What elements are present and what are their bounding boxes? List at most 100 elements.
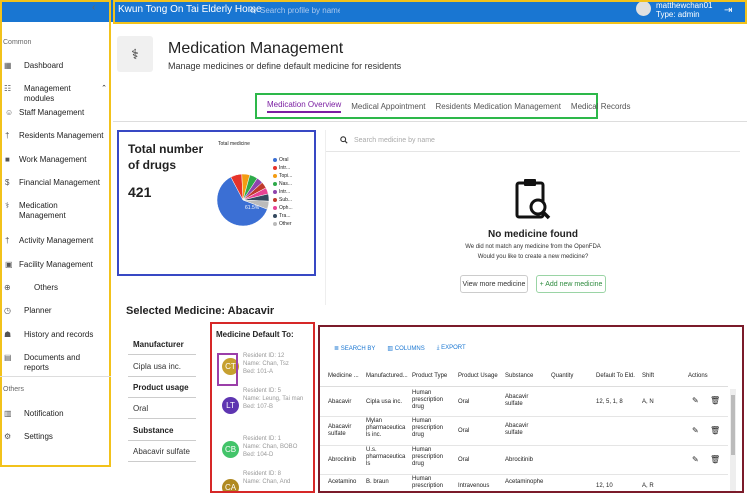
field-divider bbox=[128, 376, 196, 377]
legend-item[interactable]: Topi... bbox=[273, 172, 293, 180]
legend-item[interactable]: Other bbox=[273, 220, 293, 228]
legend-item[interactable]: Oral bbox=[273, 156, 293, 164]
edit-icon[interactable]: ✎ bbox=[692, 397, 699, 405]
col-header[interactable]: Medicine ... bbox=[328, 373, 359, 380]
sidebar-item-documents-reports[interactable]: ▤ Documents and reports bbox=[3, 353, 107, 373]
collapse-sidebar-icon[interactable]: ‹ bbox=[92, 2, 95, 13]
product-usage-label: Product usage bbox=[133, 383, 189, 392]
legend-item[interactable]: Nas... bbox=[273, 180, 293, 188]
medicine-table-panel: ≣ SEARCH BY ▥ COLUMNS ⤓ EXPORT Medicine … bbox=[318, 325, 744, 493]
medicine-pie-chart: 61.5% bbox=[216, 173, 270, 227]
substance-value: Abacavir sulfate bbox=[133, 447, 190, 456]
legend-swatch bbox=[273, 190, 277, 194]
col-header[interactable]: Actions bbox=[688, 373, 708, 380]
substance-label: Substance bbox=[133, 426, 174, 435]
view-more-medicine-button[interactable]: View more medicine bbox=[460, 275, 528, 293]
clock-icon: ◷ bbox=[4, 306, 11, 315]
legend-item[interactable]: Oph... bbox=[273, 204, 293, 212]
manufacturer-label: Manufacturer bbox=[133, 340, 184, 349]
edit-icon[interactable]: ✎ bbox=[692, 456, 699, 464]
medication-logo-icon: ⚕ bbox=[117, 36, 153, 72]
sidebar-section-others: Others bbox=[3, 386, 25, 393]
legend-item[interactable]: Intr... bbox=[273, 188, 293, 196]
sidebar-item-notification[interactable]: ▥ Notification bbox=[3, 409, 107, 419]
sidebar-item-medication-management[interactable]: ⚕ Medication Management bbox=[3, 201, 107, 221]
sidebar-item-activity-management[interactable]: † Activity Management bbox=[3, 236, 107, 246]
col-header[interactable]: Product Usage bbox=[458, 373, 498, 380]
sidebar-item-settings[interactable]: ⚙ Settings bbox=[3, 432, 107, 442]
selected-medicine-title: Selected Medicine: Abacavir bbox=[126, 305, 275, 317]
columns-button[interactable]: ▥ COLUMNS bbox=[387, 345, 424, 352]
scrollbar-thumb[interactable] bbox=[731, 395, 735, 455]
tab-medication-overview[interactable]: Medication Overview bbox=[267, 100, 342, 113]
avatar: CB bbox=[222, 441, 239, 458]
col-header[interactable]: Shift bbox=[642, 373, 654, 380]
legend-swatch bbox=[273, 206, 277, 210]
col-header[interactable]: Default To Eld. bbox=[596, 373, 635, 380]
residents-icon: † bbox=[5, 131, 10, 140]
field-divider bbox=[128, 354, 196, 355]
tab-residents-medication[interactable]: Residents Medication Management bbox=[436, 102, 561, 111]
table-row[interactable]: Abacavir sulfate Mylan pharmaceutica ls … bbox=[320, 418, 728, 446]
sidebar-item-dashboard[interactable]: ▦ Dashboard bbox=[3, 61, 107, 71]
medicine-search-panel: Search medicine by name No medicine foun… bbox=[325, 130, 740, 305]
sidebar-item-staff-management[interactable]: ☺ Staff Management bbox=[3, 108, 107, 118]
sidebar-item-management-modules[interactable]: ☷ Management modules ⌃ bbox=[3, 84, 107, 104]
page-title: Medication Management bbox=[168, 40, 344, 57]
col-header[interactable]: Quantity bbox=[551, 373, 573, 380]
legend-swatch bbox=[273, 166, 277, 170]
table-row[interactable]: Abrocitinib U.s. pharmaceutica ls Human … bbox=[320, 447, 728, 475]
export-button[interactable]: ⤓ EXPORT bbox=[437, 345, 466, 352]
sidebar-item-financial-management[interactable]: $ Financial Management bbox=[3, 178, 107, 188]
tab-bar: Medication Overview Medical Appointment … bbox=[255, 93, 631, 119]
add-new-medicine-button[interactable]: + Add new medicine bbox=[536, 275, 606, 293]
total-drugs-count: 421 bbox=[128, 184, 152, 200]
sidebar-item-history-records[interactable]: ☗ History and records bbox=[3, 330, 107, 340]
tab-medical-appointment[interactable]: Medical Appointment bbox=[351, 102, 425, 111]
legend-label: Oral bbox=[279, 157, 289, 163]
legend-item[interactable]: Intr... bbox=[273, 164, 293, 172]
col-header[interactable]: Manufactured... bbox=[366, 373, 408, 380]
sidebar-item-residents-management[interactable]: † Residents Management bbox=[3, 131, 107, 141]
sidebar-divider bbox=[0, 376, 111, 377]
modules-icon: ☷ bbox=[4, 84, 12, 93]
legend-label: Topi... bbox=[279, 173, 293, 179]
legend-swatch bbox=[273, 214, 277, 218]
edit-icon[interactable]: ✎ bbox=[692, 427, 699, 435]
legend-item[interactable]: Tra... bbox=[273, 212, 293, 220]
medicine-search-placeholder: Search medicine by name bbox=[354, 136, 435, 144]
avatar: LT bbox=[222, 397, 239, 414]
legend-swatch bbox=[273, 182, 277, 186]
sidebar-item-planner[interactable]: ◷ Planner bbox=[3, 306, 107, 316]
gear-icon: ⚙ bbox=[4, 432, 12, 441]
delete-icon[interactable]: 🗑 bbox=[710, 427, 720, 435]
col-header[interactable]: Product Type bbox=[412, 373, 447, 380]
default-to-title: Medicine Default To: bbox=[216, 330, 294, 339]
table-row[interactable]: Acetamino B. braun Human prescription In… bbox=[320, 476, 728, 491]
notification-icon: ▥ bbox=[4, 409, 12, 418]
clipboard-search-icon bbox=[515, 179, 551, 220]
chart-legend: Oral Intr... Topi... Nas... Intr... Sub... Oph… bbox=[273, 156, 293, 228]
search-icon bbox=[340, 136, 348, 144]
manufacturer-value: Cipla usa inc. bbox=[133, 362, 182, 371]
legend-swatch bbox=[273, 158, 277, 162]
sidebar-item-others[interactable]: ⊕ Others bbox=[3, 283, 107, 293]
legend-item[interactable]: Sub... bbox=[273, 196, 293, 204]
table-scrollbar[interactable] bbox=[730, 389, 736, 491]
no-medicine-title: No medicine found bbox=[488, 229, 578, 240]
sidebar-item-work-management[interactable]: ■ Work Management bbox=[3, 155, 107, 165]
legend-swatch bbox=[273, 198, 277, 202]
delete-icon[interactable]: 🗑 bbox=[710, 397, 720, 405]
col-header[interactable]: Substance bbox=[505, 373, 533, 380]
medicine-search[interactable]: Search medicine by name bbox=[340, 136, 435, 144]
sidebar-item-facility-management[interactable]: ▣ Facility Management bbox=[3, 260, 107, 270]
document-icon: ▤ bbox=[4, 353, 12, 362]
tab-medical-records[interactable]: Medical Records bbox=[571, 102, 631, 111]
table-row[interactable]: Abacavir Cipla usa inc. Human prescripti… bbox=[320, 388, 728, 417]
resident-avatar-highlight bbox=[217, 353, 238, 386]
delete-icon[interactable]: 🗑 bbox=[710, 456, 720, 464]
no-medicine-line1: We did not match any medicine from the O… bbox=[465, 244, 601, 250]
legend-label: Intr... bbox=[279, 189, 291, 195]
search-by-button[interactable]: ≣ SEARCH BY bbox=[334, 345, 375, 352]
header-divider bbox=[113, 121, 747, 122]
